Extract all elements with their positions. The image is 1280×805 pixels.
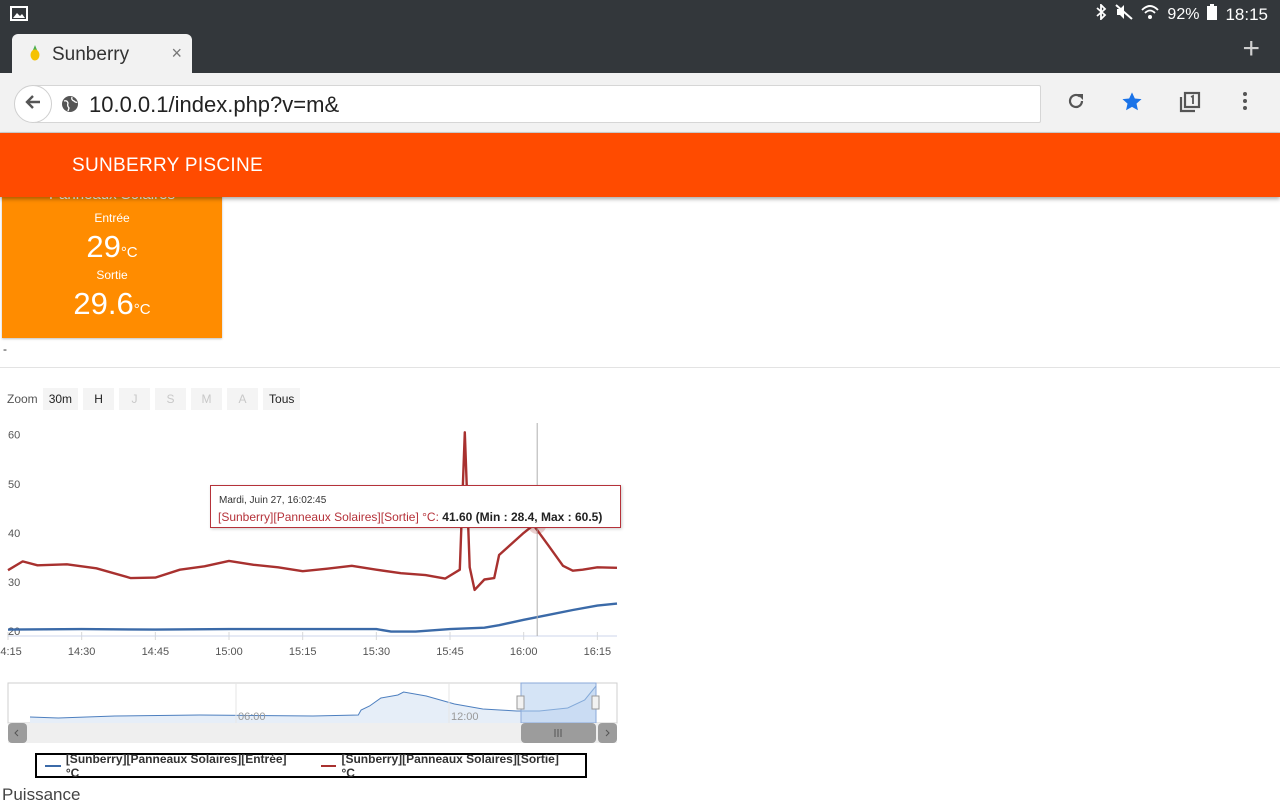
x-tick-label: 14:45 (142, 646, 170, 658)
placeholder-dash: - (3, 342, 7, 356)
x-tick-label: 14:15 (0, 646, 22, 658)
scrollbar-left-button (8, 723, 27, 743)
navigator-left-handle (516, 695, 525, 710)
battery-icon (1207, 4, 1218, 25)
zoom-button-30m[interactable]: 30m (42, 388, 79, 410)
legend-swatch-inlet (45, 764, 61, 767)
zoom-label: Zoom (7, 392, 38, 406)
new-tab-plus-icon[interactable]: + (1242, 34, 1260, 64)
navigator-right-handle (591, 695, 600, 710)
url-text: 10.0.0.1/index.php?v=m& (89, 92, 340, 117)
inlet-label: Entrée (94, 211, 130, 225)
navigator-tick-label: 12:00 (451, 711, 479, 723)
system-status-bar: 92% 18:15 (0, 0, 1280, 28)
battery-percent: 92% (1167, 5, 1200, 23)
tooltip-date: Mardi, Juin 27, 16:02:45 (219, 495, 327, 506)
temperature-chart[interactable]: 14:15 14:30 14:45 15:00 15:15 15:30 15:45 16:00… (0, 420, 630, 750)
y-tick-label: 40 (8, 528, 20, 540)
inlet-temperature: 29°C (2, 229, 222, 265)
back-button[interactable] (14, 85, 52, 123)
overflow-menu-icon[interactable] (1242, 91, 1248, 116)
x-tick-label: 16:00 (510, 646, 538, 658)
x-tick-label: 15:00 (215, 646, 243, 658)
globe-icon (61, 95, 79, 118)
browser-tab-strip: Sunberry × + (0, 28, 1280, 73)
tooltip-series: [Sunberry][Panneaux Solaires][Sortie] °C… (218, 510, 439, 524)
app-header: SUNBERRY PISCINE (0, 133, 1280, 197)
zoom-button-week: S (155, 388, 187, 410)
y-tick-label: 50 (8, 479, 20, 491)
zoom-button-hour[interactable]: H (83, 388, 115, 410)
outlet-value: 29.6 (73, 286, 134, 321)
legend-item-outlet[interactable]: [Sunberry][Panneaux Solaires][Sortie] °C (320, 751, 573, 780)
browser-tab[interactable]: Sunberry × (12, 34, 192, 73)
scrollbar-right-button (598, 723, 617, 743)
zoom-button-month: M (191, 388, 223, 410)
section-divider (0, 367, 1280, 368)
tab-close-icon[interactable]: × (171, 43, 182, 64)
inlet-unit: °C (120, 244, 138, 261)
zoom-button-all[interactable]: Tous (263, 388, 301, 410)
tab-title: Sunberry (52, 44, 130, 65)
x-tick-label: 15:45 (436, 646, 464, 658)
bluetooth-icon (1095, 2, 1107, 25)
address-bar[interactable]: 10.0.0.1/index.php?v=m& (34, 85, 1041, 123)
bookmark-star-icon[interactable] (1121, 91, 1143, 118)
chart-tooltip: Mardi, Juin 27, 16:02:45 [Sunberry][Pann… (210, 485, 621, 528)
y-tick-label: 30 (8, 577, 20, 589)
tooltip-value: 41.60 (Min : 28.4, Max : 60.5) (442, 510, 603, 524)
mute-icon (1115, 4, 1134, 25)
outlet-unit: °C (133, 301, 151, 318)
browser-toolbar: 10.0.0.1/index.php?v=m& (0, 73, 1280, 133)
status-icons: 92% 18:15 (1095, 2, 1268, 25)
app-title[interactable]: SUNBERRY PISCINE (72, 155, 263, 177)
legend-label-inlet: [Sunberry][Panneaux Solaires][Entrée] °C (65, 751, 287, 780)
x-tick-label: 15:30 (363, 646, 391, 658)
y-tick-label: 60 (8, 430, 20, 442)
x-tick-label: 14:30 (68, 646, 96, 658)
tab-switcher-icon[interactable] (1179, 91, 1201, 118)
series-line-inlet (7, 602, 618, 633)
navigator-selection (520, 682, 597, 724)
legend-item-inlet[interactable]: [Sunberry][Panneaux Solaires][Entrée] °C (45, 752, 301, 780)
inlet-value: 29 (86, 229, 121, 264)
x-tick-label: 16:15 (584, 646, 612, 658)
wifi-icon (1141, 4, 1160, 25)
outlet-temperature: 29.6°C (2, 286, 222, 322)
zoom-button-day: J (119, 388, 151, 410)
chart-legend: [Sunberry][Panneaux Solaires][Entrée] °C… (35, 751, 587, 780)
tooltip-line: [Sunberry][Panneaux Solaires][Sortie] °C… (218, 510, 602, 524)
zoom-button-year: A (227, 388, 259, 410)
reload-icon[interactable] (1066, 91, 1086, 116)
outlet-label: Sortie (96, 268, 128, 282)
clock: 18:15 (1225, 4, 1268, 24)
legend-swatch-outlet (320, 764, 337, 767)
back-arrow-icon (24, 93, 42, 116)
gallery-notification-icon (10, 6, 28, 26)
solar-panel-card[interactable]: Panneaux Solaires Entrée 29°C Sortie 29.… (2, 180, 222, 338)
navigator-tick-label: 06:00 (238, 711, 266, 723)
legend-label-outlet: [Sunberry][Panneaux Solaires][Sortie] °C (341, 751, 559, 780)
zoom-selector: Zoom 30m H J S M A Tous (7, 388, 305, 410)
section-title-power: Puissance (2, 785, 81, 804)
x-tick-label: 15:15 (289, 646, 317, 658)
pineapple-favicon-icon (28, 45, 42, 61)
